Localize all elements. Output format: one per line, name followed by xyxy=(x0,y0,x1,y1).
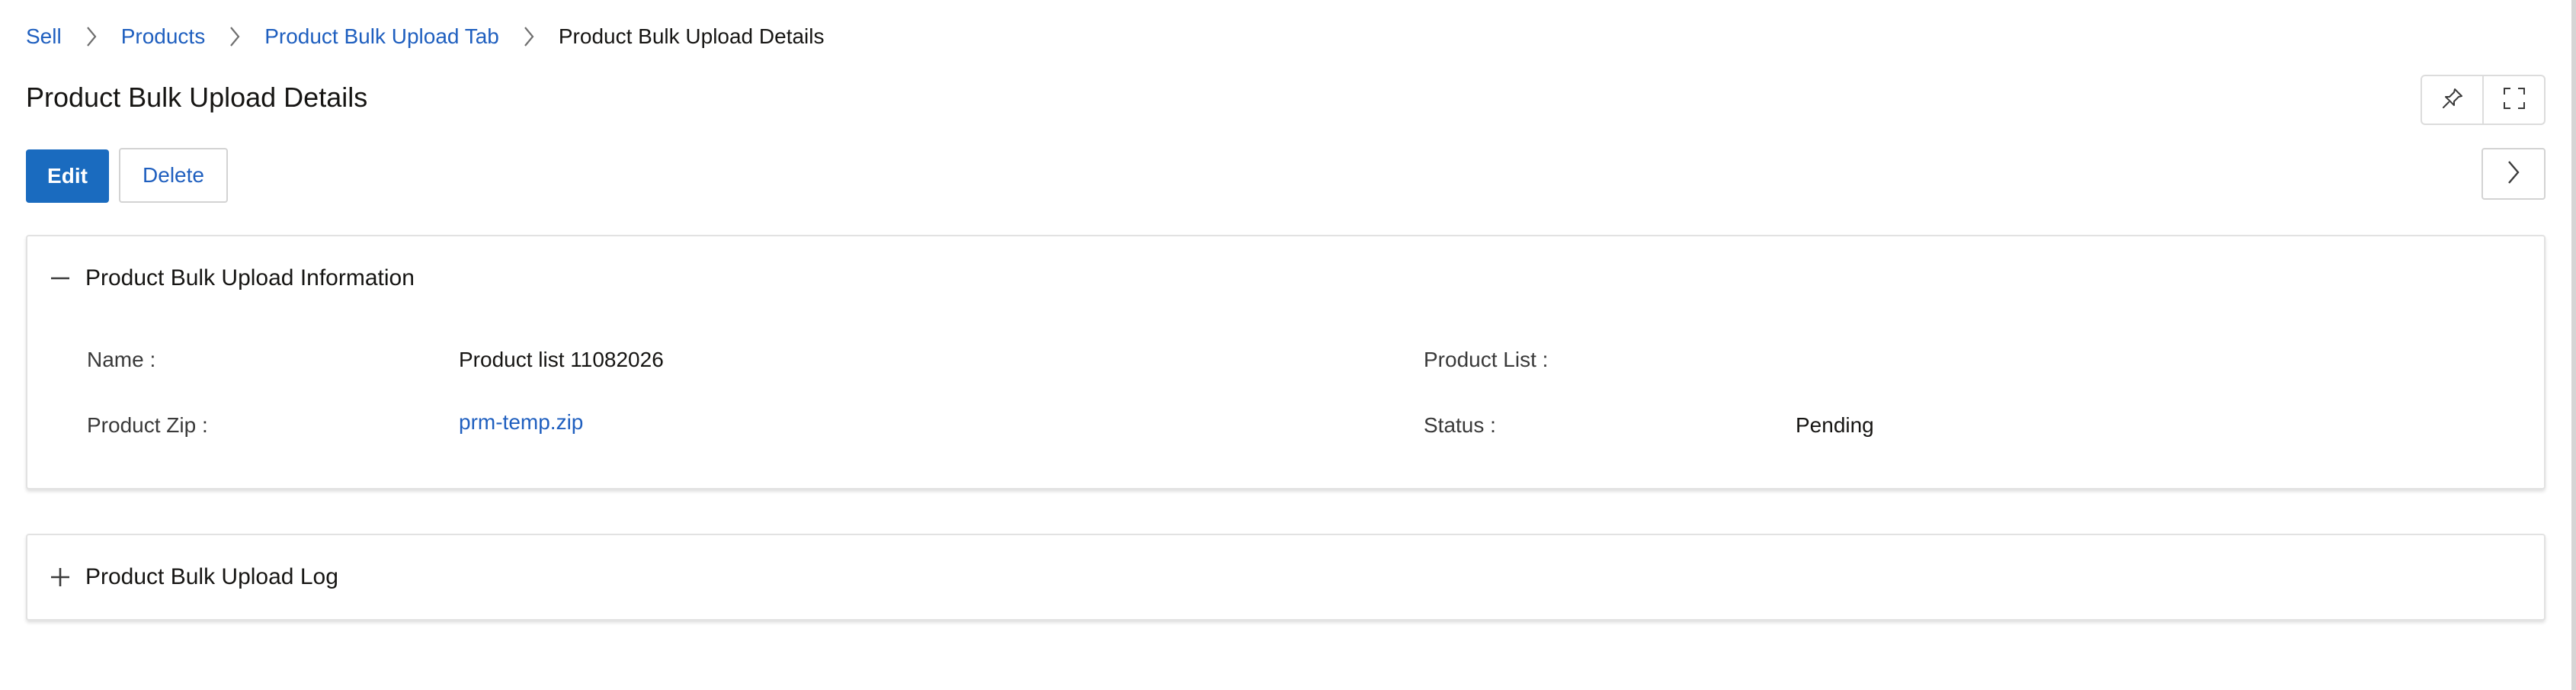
edit-button[interactable]: Edit xyxy=(26,149,109,203)
page: Sell Products Product Bulk Upload Tab Pr… xyxy=(0,0,2576,690)
product-bulk-upload-log-panel: Product Bulk Upload Log xyxy=(26,534,2546,621)
status-value: Pending xyxy=(1796,413,1874,437)
chevron-right-icon xyxy=(2506,159,2521,189)
view-controls xyxy=(2421,75,2546,125)
fullscreen-icon xyxy=(2502,86,2526,114)
breadcrumb-products[interactable]: Products xyxy=(121,24,206,49)
pin-button[interactable] xyxy=(2422,76,2482,124)
breadcrumb: Sell Products Product Bulk Upload Tab Pr… xyxy=(26,21,825,52)
log-panel-header[interactable]: Product Bulk Upload Log xyxy=(27,535,2544,619)
status-label: Status : xyxy=(1424,413,1496,437)
product-list-label: Product List : xyxy=(1424,348,1549,371)
breadcrumb-current: Product Bulk Upload Details xyxy=(558,24,825,48)
next-record-button[interactable] xyxy=(2481,148,2546,200)
name-label: Name : xyxy=(87,348,156,371)
chevron-right-icon xyxy=(499,21,559,52)
page-title: Product Bulk Upload Details xyxy=(26,82,368,113)
delete-button[interactable]: Delete xyxy=(119,148,228,203)
info-panel-header[interactable]: Product Bulk Upload Information xyxy=(27,236,2544,320)
product-zip-link[interactable]: prm-temp.zip xyxy=(459,410,583,435)
pin-icon xyxy=(2441,87,2464,114)
breadcrumb-sell[interactable]: Sell xyxy=(26,24,62,49)
name-value: Product list 11082026 xyxy=(459,348,664,371)
product-zip-label: Product Zip : xyxy=(87,413,208,437)
product-bulk-upload-information-panel: Product Bulk Upload Information Name : P… xyxy=(26,235,2546,489)
expand-plus-icon[interactable] xyxy=(44,566,76,588)
log-panel-title: Product Bulk Upload Log xyxy=(85,564,338,589)
fullscreen-button[interactable] xyxy=(2482,76,2544,124)
info-panel-title: Product Bulk Upload Information xyxy=(85,265,415,290)
breadcrumb-product-bulk-upload-tab[interactable]: Product Bulk Upload Tab xyxy=(264,24,499,49)
collapse-minus-icon[interactable] xyxy=(44,268,76,289)
chevron-right-icon xyxy=(62,21,121,52)
chevron-right-icon xyxy=(205,21,264,52)
window-edge xyxy=(2571,0,2576,690)
